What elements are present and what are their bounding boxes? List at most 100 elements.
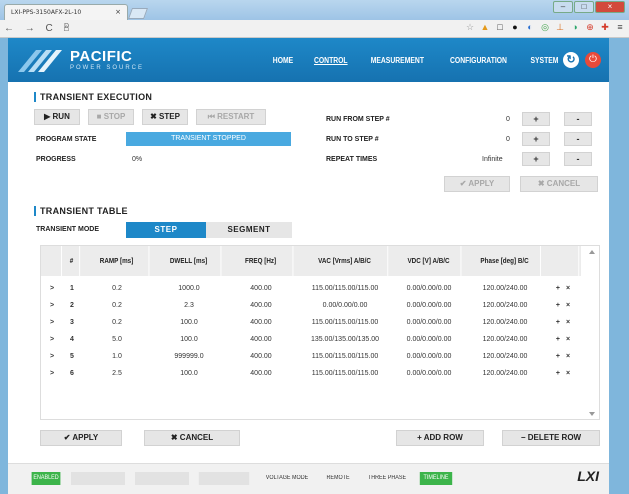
freq-cell[interactable]: 400.00 — [225, 316, 297, 329]
freq-cell[interactable]: 400.00 — [225, 350, 297, 363]
row-add-icon[interactable]: + — [556, 370, 560, 377]
phase-cell[interactable]: 120.00/240.00 — [465, 282, 545, 295]
row-expand-icon[interactable]: > — [41, 299, 63, 312]
mode-step-button[interactable]: STEP — [126, 222, 206, 238]
vac-cell[interactable]: 115.00/115.00/115.00 — [297, 350, 393, 363]
stop-button[interactable]: ■ STOP — [88, 109, 134, 125]
freq-cell[interactable]: 400.00 — [225, 282, 297, 295]
row-add-icon[interactable]: + — [556, 285, 560, 292]
phase-cell[interactable]: 120.00/240.00 — [465, 316, 545, 329]
addon-icon[interactable]: ✚ — [600, 22, 610, 32]
power-icon[interactable]: ⏻ — [585, 52, 601, 68]
menu-control[interactable]: CONTROL — [314, 56, 348, 65]
minimize-button[interactable]: – — [553, 1, 573, 13]
row-delete-icon[interactable]: × — [566, 285, 570, 292]
tab-close-icon[interactable]: × — [115, 8, 121, 16]
freq-cell[interactable]: 400.00 — [225, 299, 297, 312]
table-row[interactable]: >2 0.2 2.3 400.00 0.00/0.00/0.00 0.00/0.00/0.… — [41, 299, 581, 312]
row-expand-icon[interactable]: > — [41, 333, 63, 346]
vdc-cell[interactable]: 0.00/0.00/0.00 — [393, 316, 465, 329]
row-add-icon[interactable]: + — [556, 302, 560, 309]
half-circle-icon[interactable]: ◐ — [525, 22, 535, 32]
mode-segment-button[interactable]: SEGMENT — [206, 222, 292, 238]
step-button[interactable]: ✖ STEP — [142, 109, 188, 125]
run-button[interactable]: ▶ RUN — [34, 109, 80, 125]
table-row[interactable]: >3 0.2 100.0 400.00 115.00/115.00/115.00 0.00… — [41, 316, 581, 329]
phase-cell[interactable]: 120.00/240.00 — [465, 350, 545, 363]
vac-cell[interactable]: 115.00/115.00/115.00 — [297, 367, 393, 380]
dwell-cell[interactable]: 100.0 — [153, 333, 225, 346]
dwell-cell[interactable]: 100.0 — [153, 367, 225, 380]
phase-cell[interactable]: 120.00/240.00 — [465, 367, 545, 380]
repeat-minus-button[interactable]: - — [564, 152, 592, 166]
table-row[interactable]: >1 0.2 1000.0 400.00 115.00/115.00/115.00 0.0… — [41, 282, 581, 295]
table-row[interactable]: >4 5.0 100.0 400.00 135.00/135.00/135.00 0.00… — [41, 333, 581, 346]
delete-row-button[interactable]: − DELETE ROW — [502, 430, 600, 446]
vac-cell[interactable]: 115.00/115.00/115.00 — [297, 316, 393, 329]
window-close-button[interactable]: × — [595, 1, 625, 13]
refresh-icon[interactable]: ↻ — [563, 52, 579, 68]
row-delete-icon[interactable]: × — [566, 353, 570, 360]
run-to-plus-button[interactable]: + — [522, 132, 550, 146]
phase-cell[interactable]: 120.00/240.00 — [465, 333, 545, 346]
browser-tab[interactable]: LXI-PPS-3150AFX-2L-10 × — [4, 4, 128, 20]
vac-cell[interactable]: 0.00/0.00/0.00 — [297, 299, 393, 312]
freq-cell[interactable]: 400.00 — [225, 367, 297, 380]
menu-home[interactable]: HOME — [273, 56, 293, 65]
row-delete-icon[interactable]: × — [566, 336, 570, 343]
table-row[interactable]: >6 2.5 100.0 400.00 115.00/115.00/115.00 0.00… — [41, 367, 581, 380]
warning-icon[interactable]: ▲ — [480, 22, 490, 32]
table-cancel-button[interactable]: ✖ CANCEL — [144, 430, 240, 446]
row-add-icon[interactable]: + — [556, 353, 560, 360]
table-scrollbar[interactable] — [587, 248, 597, 418]
circle-icon[interactable]: ● — [510, 22, 520, 32]
restart-button[interactable]: ⏮ RESTART — [196, 109, 266, 125]
repeat-plus-button[interactable]: + — [522, 152, 550, 166]
run-to-value[interactable]: 0 — [506, 136, 510, 143]
freq-cell[interactable]: 400.00 — [225, 333, 297, 346]
ramp-cell[interactable]: 5.0 — [81, 333, 153, 346]
download-icon[interactable]: ⊥ — [555, 22, 565, 32]
dwell-cell[interactable]: 100.0 — [153, 316, 225, 329]
row-delete-icon[interactable]: × — [566, 302, 570, 309]
row-delete-icon[interactable]: × — [566, 319, 570, 326]
table-row[interactable]: >5 1.0 999999.0 400.00 115.00/115.00/115.00 0… — [41, 350, 581, 363]
row-expand-icon[interactable]: > — [41, 316, 63, 329]
ramp-cell[interactable]: 0.2 — [81, 316, 153, 329]
vdc-cell[interactable]: 0.00/0.00/0.00 — [393, 367, 465, 380]
row-expand-icon[interactable]: > — [41, 367, 63, 380]
row-add-icon[interactable]: + — [556, 336, 560, 343]
new-tab-button[interactable] — [127, 8, 149, 19]
row-delete-icon[interactable]: × — [566, 370, 570, 377]
phase-cell[interactable]: 120.00/240.00 — [465, 299, 545, 312]
run-from-plus-button[interactable]: + — [522, 112, 550, 126]
repeat-times-value[interactable]: Infinite — [482, 156, 503, 163]
menu-icon[interactable]: ≡ — [615, 22, 625, 32]
vac-cell[interactable]: 135.00/135.00/135.00 — [297, 333, 393, 346]
run-from-minus-button[interactable]: - — [564, 112, 592, 126]
row-add-icon[interactable]: + — [556, 319, 560, 326]
menu-measurement[interactable]: MEASUREMENT — [371, 56, 424, 65]
add-row-button[interactable]: + ADD ROW — [396, 430, 484, 446]
dwell-cell[interactable]: 1000.0 — [153, 282, 225, 295]
star-icon[interactable]: ☆ — [465, 22, 475, 32]
row-expand-icon[interactable]: > — [41, 350, 63, 363]
url-field[interactable]: D — [64, 23, 424, 35]
target-icon[interactable]: ◎ — [540, 22, 550, 32]
execution-cancel-button[interactable]: ✖ CANCEL — [520, 176, 598, 192]
ramp-cell[interactable]: 1.0 — [81, 350, 153, 363]
run-from-value[interactable]: 0 — [506, 116, 510, 123]
row-expand-icon[interactable]: > — [41, 282, 63, 295]
vdc-cell[interactable]: 0.00/0.00/0.00 — [393, 350, 465, 363]
square-icon[interactable]: □ — [495, 22, 505, 32]
ramp-cell[interactable]: 0.2 — [81, 282, 153, 295]
menu-system[interactable]: SYSTEM — [531, 56, 559, 65]
table-apply-button[interactable]: ✔ APPLY — [40, 430, 122, 446]
execution-apply-button[interactable]: ✔ APPLY — [444, 176, 510, 192]
dwell-cell[interactable]: 999999.0 — [153, 350, 225, 363]
ramp-cell[interactable]: 0.2 — [81, 299, 153, 312]
dwell-cell[interactable]: 2.3 — [153, 299, 225, 312]
ramp-cell[interactable]: 2.5 — [81, 367, 153, 380]
vdc-cell[interactable]: 0.00/0.00/0.00 — [393, 333, 465, 346]
globe-icon[interactable]: ⊕ — [585, 22, 595, 32]
